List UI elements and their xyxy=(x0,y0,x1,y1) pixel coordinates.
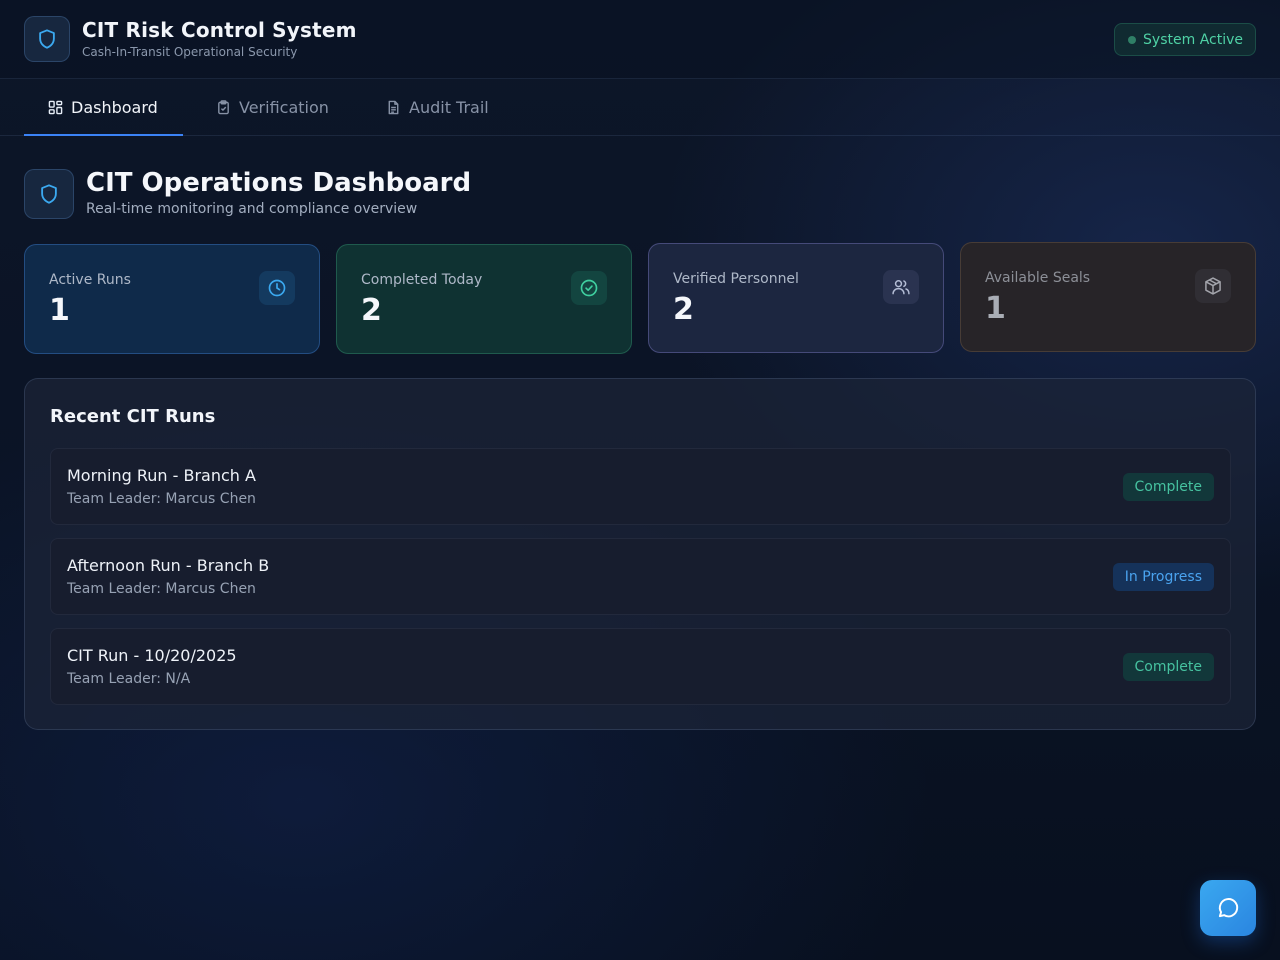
tab-audit-trail[interactable]: Audit Trail xyxy=(386,79,489,135)
status-badge: Complete xyxy=(1122,653,1214,681)
run-item[interactable]: Morning Run - Branch A Team Leader: Marc… xyxy=(50,448,1231,525)
run-item[interactable]: Afternoon Run - Branch B Team Leader: Ma… xyxy=(50,538,1231,615)
stat-label: Verified Personnel xyxy=(673,271,799,287)
tab-dashboard-label: Dashboard xyxy=(71,97,158,117)
recent-runs-title: Recent CIT Runs xyxy=(50,406,216,427)
chat-button[interactable] xyxy=(1200,880,1256,936)
stat-label: Active Runs xyxy=(49,272,131,288)
clock-icon xyxy=(259,271,295,305)
stat-card-verified-personnel: Verified Personnel 2 xyxy=(648,243,944,353)
system-status-badge: System Active xyxy=(1114,23,1256,56)
run-name: Morning Run - Branch A xyxy=(67,466,256,485)
main-nav: Dashboard Verification Audit Trail xyxy=(0,79,1280,136)
tab-audit-trail-label: Audit Trail xyxy=(409,97,489,117)
recent-runs-panel: Recent CIT Runs Morning Run - Branch A T… xyxy=(24,378,1256,730)
tab-dashboard[interactable]: Dashboard xyxy=(24,79,183,136)
document-icon xyxy=(388,100,399,114)
tab-verification-label: Verification xyxy=(239,97,329,117)
app-title: CIT Risk Control System xyxy=(82,18,357,42)
stat-label: Completed Today xyxy=(361,272,483,288)
check-circle-icon xyxy=(571,271,607,305)
tab-verification[interactable]: Verification xyxy=(216,79,329,135)
run-name: Afternoon Run - Branch B xyxy=(67,556,270,575)
users-icon xyxy=(883,270,919,304)
stat-card-active-runs: Active Runs 1 xyxy=(24,244,320,354)
grid-icon xyxy=(48,100,63,114)
stat-value: 1 xyxy=(985,291,1006,326)
clipboard-check-icon xyxy=(218,99,229,114)
run-team-leader: Team Leader: Marcus Chen xyxy=(67,491,256,507)
stat-value: 2 xyxy=(673,292,694,327)
chat-bubble-icon xyxy=(1218,898,1239,918)
shield-icon xyxy=(24,169,74,219)
package-icon xyxy=(1195,269,1231,303)
stat-value: 2 xyxy=(361,293,382,328)
stat-card-available-seals: Available Seals 1 xyxy=(960,242,1256,352)
run-team-leader: Team Leader: N/A xyxy=(67,671,191,687)
page-title: CIT Operations Dashboard xyxy=(86,168,472,198)
page-subtitle: Real-time monitoring and compliance over… xyxy=(86,201,418,217)
status-dot-icon xyxy=(1128,36,1137,44)
run-item[interactable]: CIT Run - 10/20/2025 Team Leader: N/A Co… xyxy=(50,628,1231,705)
app-subtitle: Cash-In-Transit Operational Security xyxy=(82,45,298,59)
run-name: CIT Run - 10/20/2025 xyxy=(67,646,237,665)
shield-icon xyxy=(24,16,70,62)
stat-card-completed-today: Completed Today 2 xyxy=(336,244,632,354)
status-badge: Complete xyxy=(1122,473,1214,501)
stat-value: 1 xyxy=(49,293,70,328)
app-header: CIT Risk Control System Cash-In-Transit … xyxy=(0,0,1280,79)
system-status-label: System Active xyxy=(1143,31,1243,48)
status-badge: In Progress xyxy=(1112,563,1214,591)
stat-label: Available Seals xyxy=(985,270,1091,286)
run-team-leader: Team Leader: Marcus Chen xyxy=(67,581,256,597)
